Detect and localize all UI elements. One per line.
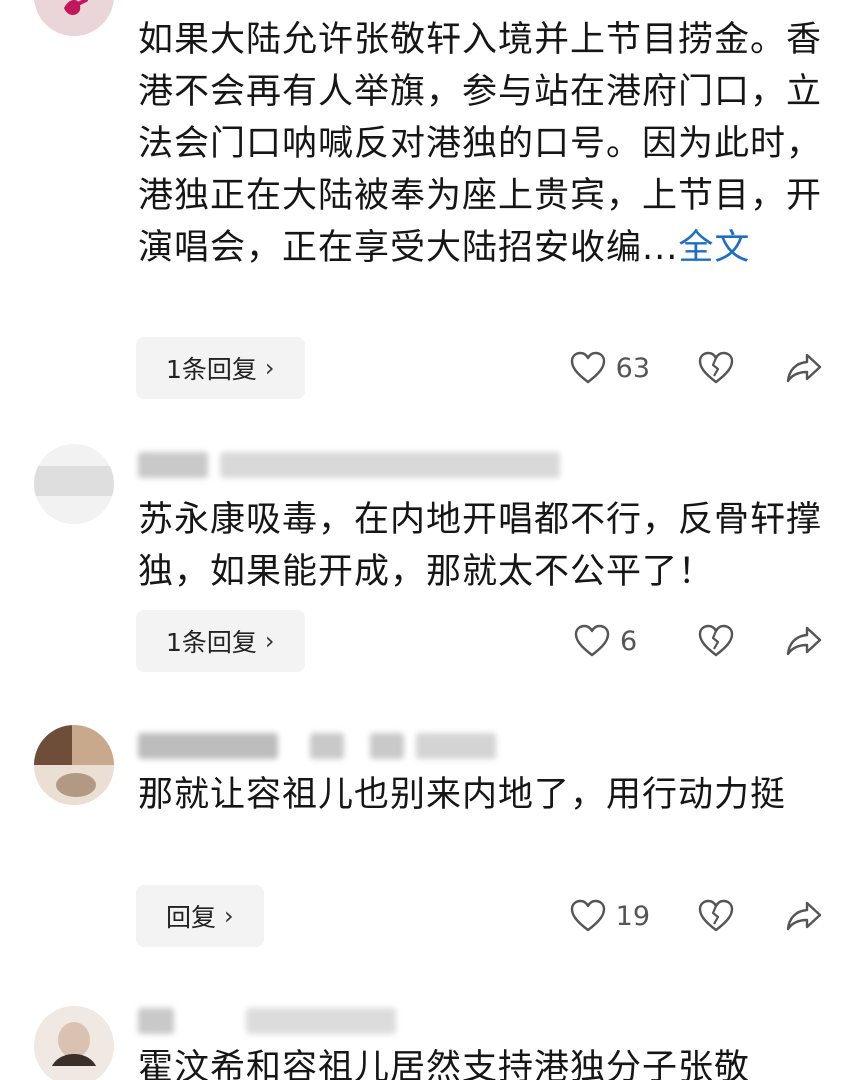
blurred-username xyxy=(138,733,278,759)
blurred-meta xyxy=(246,1008,396,1034)
reply-label: 回复 xyxy=(166,903,217,932)
comment-text: 那就让容祖儿也别来内地了，用行动力挺 xyxy=(138,775,787,815)
avatar-image xyxy=(34,444,114,524)
blurred-username xyxy=(138,452,208,478)
username-row xyxy=(138,729,496,763)
view-replies-button[interactable]: 1条回复 › xyxy=(136,337,305,399)
comment-item: 苏永康吸毒，在内地开唱都不行，反骨轩撑独，如果能开成，那就太不公平了！ 1条回复… xyxy=(0,430,862,700)
chevron-right-icon: › xyxy=(224,902,234,930)
like-button[interactable]: 19 xyxy=(570,899,650,933)
comment-actions: 6 xyxy=(574,610,822,672)
blurred-meta xyxy=(310,733,344,759)
username-row xyxy=(138,448,560,482)
like-count: 63 xyxy=(615,352,650,384)
avatar-image xyxy=(34,1006,114,1080)
share-arrow-icon[interactable] xyxy=(786,900,822,932)
chevron-right-icon: › xyxy=(264,627,275,655)
view-replies-button[interactable]: 1条回复 › xyxy=(136,610,305,672)
share-arrow-icon[interactable] xyxy=(786,625,822,657)
heart-outline-icon xyxy=(574,624,610,658)
broken-heart-icon[interactable] xyxy=(698,899,734,933)
reply-count-label: 1条回复 xyxy=(166,628,257,657)
avatar-image xyxy=(34,0,114,36)
avatar[interactable] xyxy=(34,444,114,524)
username-row xyxy=(138,1004,396,1038)
avatar-image xyxy=(34,725,114,805)
broken-heart-icon[interactable] xyxy=(698,351,734,385)
avatar[interactable] xyxy=(34,0,114,36)
chevron-right-icon: › xyxy=(264,354,275,382)
comment-text: 霍汶希和容祖儿居然支持港独分子张敬 xyxy=(138,1048,751,1080)
blurred-meta xyxy=(416,733,496,759)
comment-item: 那就让容祖儿也别来内地了，用行动力挺 回复 › 19 xyxy=(0,715,862,975)
like-count: 6 xyxy=(620,625,638,657)
blurred-meta xyxy=(220,452,560,478)
blurred-meta xyxy=(370,733,404,759)
comment-text: 如果大陆允许张敬轩入境并上节目捞金。香港不会再有人举旗，参与站在港府门口，立法会… xyxy=(138,14,838,274)
expand-full-text-link[interactable]: 全文 xyxy=(678,228,750,268)
comment-ellipsis: ... xyxy=(642,228,679,268)
heart-outline-icon xyxy=(570,351,606,385)
broken-heart-icon[interactable] xyxy=(698,624,734,658)
comment-actions: 63 xyxy=(570,337,822,399)
like-count: 19 xyxy=(615,900,650,932)
like-button[interactable]: 6 xyxy=(574,624,650,658)
comment-actions: 19 xyxy=(570,885,822,947)
blurred-username xyxy=(138,1008,174,1034)
avatar[interactable] xyxy=(34,1006,114,1080)
share-arrow-icon[interactable] xyxy=(786,352,822,384)
avatar[interactable] xyxy=(34,725,114,805)
reply-count-label: 1条回复 xyxy=(166,355,257,384)
comment-text: 苏永康吸毒，在内地开唱都不行，反骨轩撑独，如果能开成，那就太不公平了！ xyxy=(138,500,823,592)
comment-item: 霍汶希和容祖儿居然支持港独分子张敬 xyxy=(0,1000,862,1080)
heart-outline-icon xyxy=(570,899,606,933)
comment-item: 如果大陆允许张敬轩入境并上节目捞金。香港不会再有人举旗，参与站在港府门口，立法会… xyxy=(0,0,862,420)
reply-button[interactable]: 回复 › xyxy=(136,885,264,947)
like-button[interactable]: 63 xyxy=(570,351,650,385)
